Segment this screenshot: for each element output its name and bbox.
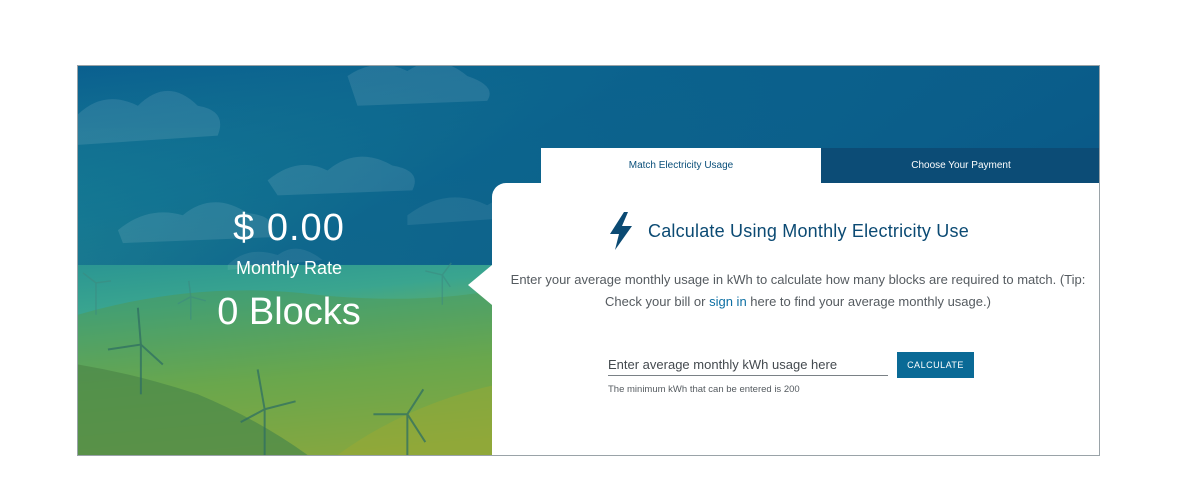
monthly-rate-amount: $ 0.00 (233, 207, 345, 249)
renewable-energy-calculator: $ 0.00 Monthly Rate 0 Blocks Match Elect… (77, 65, 1100, 456)
kwh-usage-input[interactable] (608, 353, 888, 376)
lightning-bolt-icon (610, 212, 632, 250)
minimum-kwh-hint: The minimum kWh that can be entered is 2… (608, 384, 800, 395)
monthly-rate-label: Monthly Rate (235, 258, 343, 278)
calculate-button[interactable]: CALCULATE (897, 352, 974, 378)
tab-match-electricity-usage[interactable]: Match Electricity Usage (541, 148, 821, 183)
sign-in-link[interactable]: sign in (709, 294, 747, 309)
panel-pointer (468, 265, 492, 305)
tab-choose-your-payment[interactable]: Choose Your Payment (821, 148, 1099, 183)
calculator-panel: Calculate Using Monthly Electricity Use … (468, 183, 1099, 455)
calculator-description: Enter your average monthly usage in kWh … (508, 269, 1088, 313)
rate-summary: $ 0.00 Monthly Rate 0 Blocks (78, 206, 500, 334)
calculator-heading: Calculate Using Monthly Electricity Use (606, 211, 969, 251)
blocks-count: 0 Blocks (217, 291, 361, 333)
description-text-end: here to find your average monthly usage.… (746, 294, 991, 309)
calculator-heading-text: Calculate Using Monthly Electricity Use (648, 220, 969, 241)
